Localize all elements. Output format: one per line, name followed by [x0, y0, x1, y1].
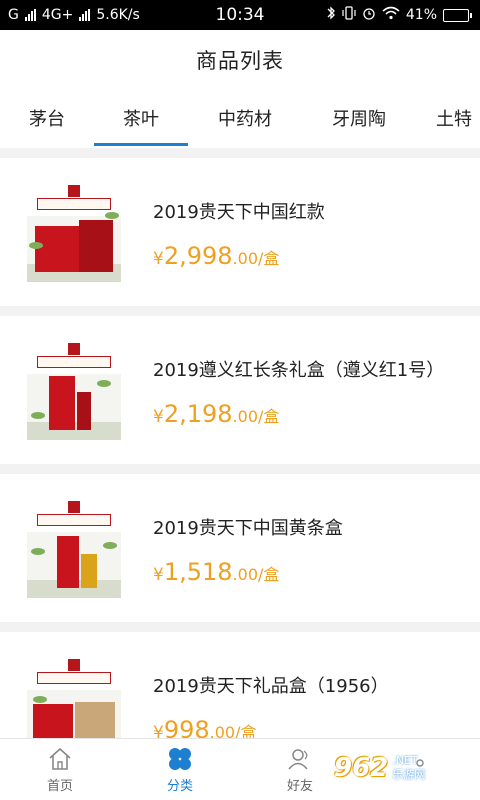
tab-pottery[interactable]: 牙周陶	[302, 90, 416, 146]
nav-category[interactable]: 分类	[120, 739, 240, 800]
product-card[interactable]: 2019贵天下中国红款 ¥2,998.00/盒	[0, 158, 480, 306]
product-price: ¥1,518.00/盒	[153, 558, 279, 586]
wifi-icon	[382, 6, 400, 24]
price-integer: 2,198	[163, 400, 233, 428]
separator	[0, 464, 480, 474]
watermark: 962 .NET 乐游网	[334, 740, 474, 796]
carrier-label: G	[8, 7, 19, 23]
friends-icon	[288, 748, 308, 769]
product-image	[27, 340, 121, 440]
product-title: 2019贵天下礼品盒（1956）	[153, 676, 389, 697]
signal-icon-2	[79, 9, 91, 21]
price-decimal-unit: .00/盒	[232, 565, 280, 584]
watermark-text: .NET 乐游网	[392, 754, 425, 783]
speed-label: 5.6K/s	[96, 7, 140, 23]
price-integer: 2,998	[163, 242, 233, 270]
divider	[0, 148, 480, 158]
nav-home-label: 首页	[46, 778, 73, 794]
tab-herbs[interactable]: 中药材	[188, 90, 302, 146]
tab-maotai[interactable]: 茅台	[0, 90, 94, 146]
product-card[interactable]: 2019贵天下中国黄条盒 ¥1,518.00/盒	[0, 474, 480, 622]
category-tabs: 茅台 茶叶 中药材 牙周陶 土特	[0, 90, 480, 146]
page-title: 商品列表	[196, 49, 284, 73]
product-card[interactable]: 2019遵义红长条礼盒（遵义红1号） ¥2,198.00/盒	[0, 316, 480, 464]
separator	[0, 622, 480, 632]
price-decimal-unit: .00/盒	[232, 407, 280, 426]
nav-home[interactable]: 首页	[0, 739, 120, 800]
vibrate-icon	[342, 6, 356, 24]
product-list: 2019贵天下中国红款 ¥2,998.00/盒 2019遵义红长条礼盒（遵义红1…	[0, 158, 480, 780]
product-title: 2019贵天下中国红款	[153, 202, 325, 223]
signal-icon	[24, 9, 36, 21]
watermark-logo: 962	[334, 753, 389, 783]
network-label: 4G+	[41, 7, 74, 23]
nav-friends-label: 好友	[286, 778, 313, 794]
product-title: 2019遵义红长条礼盒（遵义红1号）	[153, 360, 445, 381]
bluetooth-icon	[326, 6, 336, 24]
tab-tea[interactable]: 茶叶	[94, 90, 188, 146]
price-currency: ¥	[153, 407, 164, 427]
product-image	[27, 498, 121, 598]
price-decimal-unit: .00/盒	[232, 249, 280, 268]
separator	[0, 306, 480, 316]
home-icon	[49, 747, 71, 770]
battery-percent: 41%	[405, 7, 437, 23]
price-integer: 1,518	[163, 558, 233, 586]
product-price: ¥2,198.00/盒	[153, 400, 279, 428]
product-image	[27, 182, 121, 282]
alarm-icon	[362, 6, 376, 24]
status-bar: G 4G+ 5.6K/s 10:34 41%	[0, 0, 480, 30]
watermark-suffix: .NET	[392, 753, 418, 767]
product-price: ¥2,998.00/盒	[153, 242, 279, 270]
price-currency: ¥	[153, 565, 164, 585]
price-currency: ¥	[153, 249, 164, 269]
watermark-site: 乐游网	[392, 768, 426, 781]
nav-category-label: 分类	[166, 778, 193, 794]
category-icon	[169, 747, 191, 770]
tab-local-specialty[interactable]: 土特	[416, 90, 480, 146]
app-header: 商品列表	[0, 30, 480, 90]
product-title: 2019贵天下中国黄条盒	[153, 518, 343, 539]
battery-icon	[443, 8, 472, 22]
